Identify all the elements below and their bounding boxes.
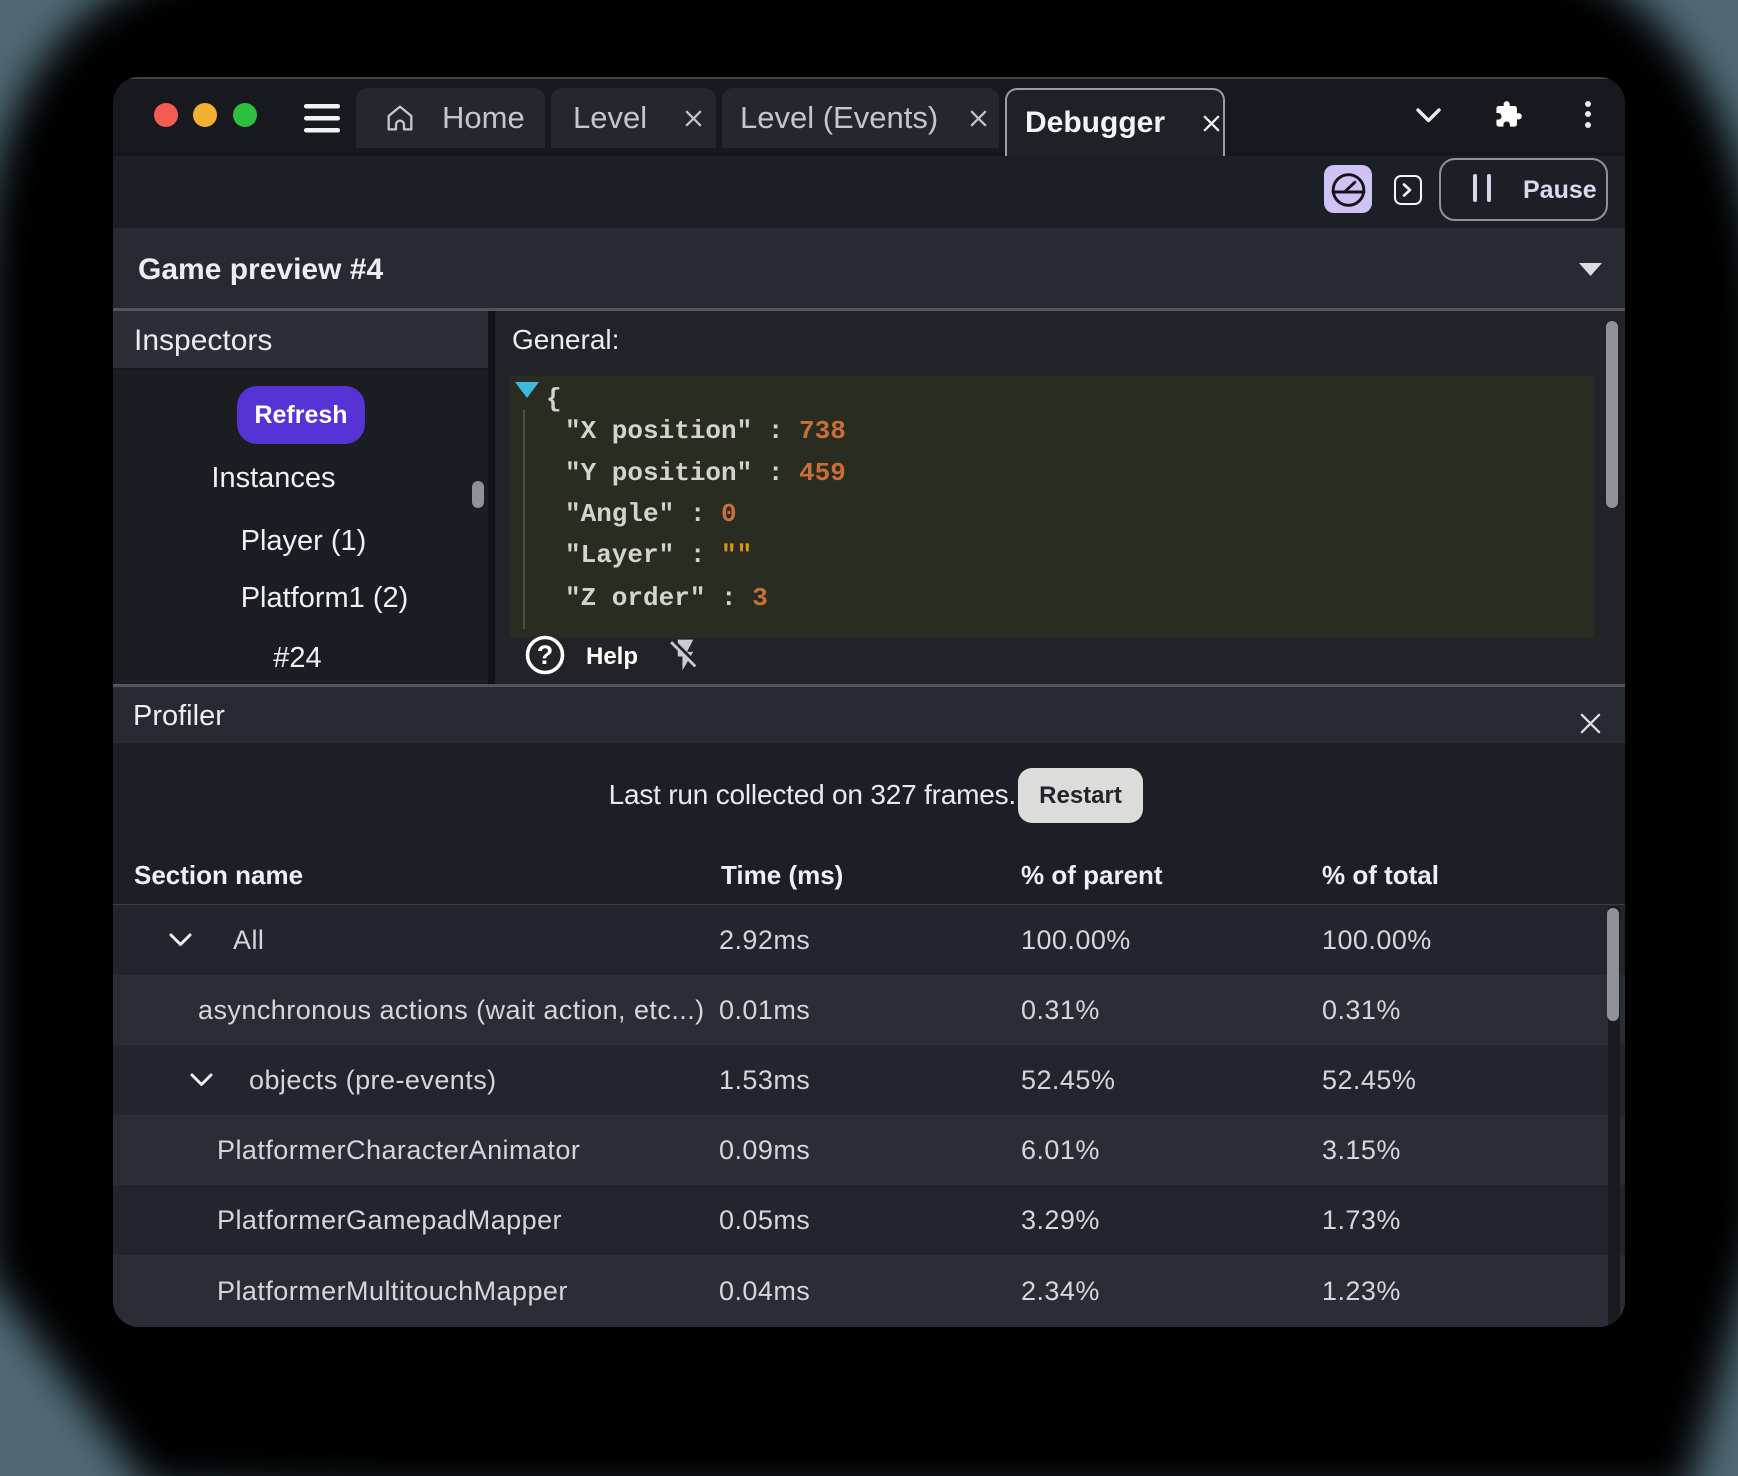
svg-text:?: ? bbox=[537, 640, 554, 670]
